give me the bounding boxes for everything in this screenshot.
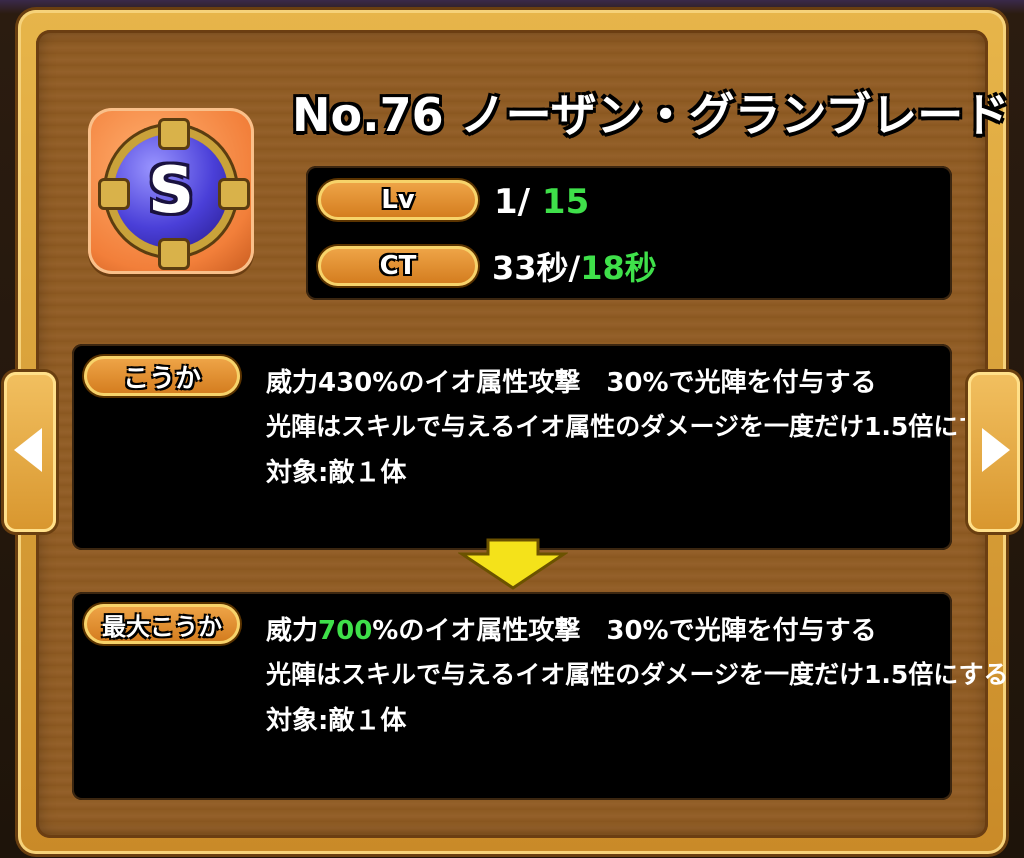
lv-value: 1/ 15 bbox=[494, 180, 589, 224]
ct-value: 33秒/18秒 bbox=[492, 246, 657, 290]
triangle-right-icon bbox=[982, 428, 1010, 472]
max-effect-power: 700 bbox=[318, 616, 373, 646]
max-effect-suffix: %のイオ属性攻撃 30%で光陣を付与する bbox=[372, 616, 877, 646]
skill-orb-s-icon: S bbox=[98, 118, 250, 270]
prev-skill-button[interactable] bbox=[4, 372, 56, 532]
lv-current: 1/ bbox=[494, 182, 531, 222]
effect-line-1: 威力430%のイオ属性攻撃 30%で光陣を付与する bbox=[266, 368, 877, 398]
stats-box: Lv 1/ 15 CT 33秒/18秒 bbox=[306, 166, 952, 300]
ct-badge: CT bbox=[318, 246, 478, 286]
ct-min: 18秒 bbox=[580, 249, 657, 287]
effect-line-2: 光陣はスキルで与えるイオ属性のダメージを一度だけ1.5倍にする bbox=[266, 412, 1009, 441]
effect-label-badge: こうか bbox=[84, 356, 240, 396]
max-effect-prefix: 威力 bbox=[266, 616, 319, 646]
skill-icon-tile: S bbox=[88, 108, 254, 274]
max-effect-label-badge: 最大こうか bbox=[84, 604, 240, 644]
max-effect-line-1: 威力700%のイオ属性攻撃 30%で光陣を付与する bbox=[266, 610, 877, 652]
triangle-left-icon bbox=[14, 428, 42, 472]
lv-badge: Lv bbox=[318, 180, 478, 220]
arrow-down-icon bbox=[458, 538, 568, 590]
orb-letter: S bbox=[147, 154, 195, 228]
max-effect-line-2: 光陣はスキルで与えるイオ属性のダメージを一度だけ1.5倍にする bbox=[266, 660, 1009, 689]
skill-title: No.76 ノーザン・グランブレード bbox=[292, 88, 1010, 142]
effect-line-3: 対象:敵１体 bbox=[266, 458, 407, 488]
ct-current: 33秒/ bbox=[492, 249, 581, 287]
lv-max: 15 bbox=[541, 182, 590, 222]
max-effect-line-3: 対象:敵１体 bbox=[266, 706, 407, 736]
next-skill-button[interactable] bbox=[968, 372, 1020, 532]
